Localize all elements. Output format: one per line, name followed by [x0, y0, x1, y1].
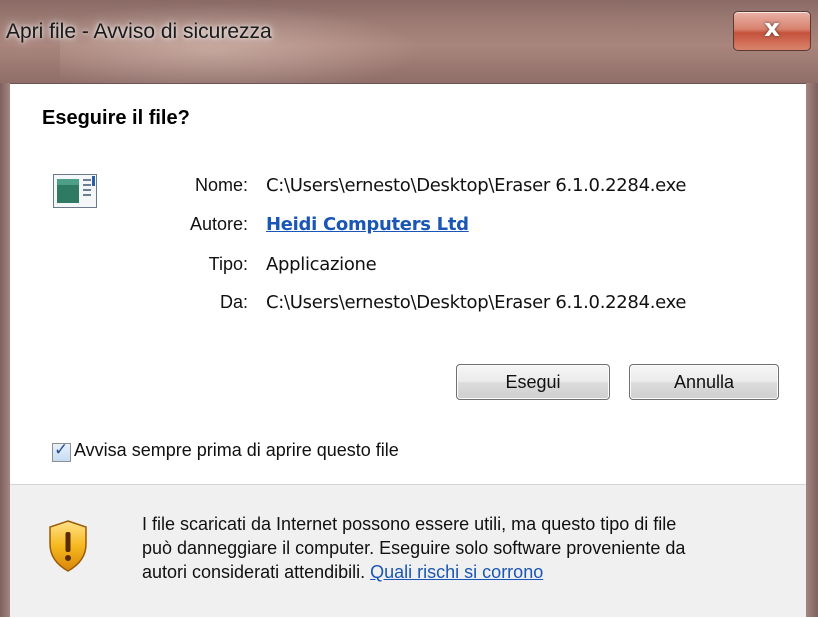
window-frame-left [0, 83, 10, 617]
warning-line-2: può danneggiare il computer. Eseguire so… [142, 538, 686, 558]
author-link[interactable]: Heidi Computers Ltd [266, 214, 469, 235]
warning-message: I file scaricati da Internet possono ess… [142, 512, 792, 584]
from-value: C:\Users\ernesto\Desktop\Eraser 6.1.0.22… [266, 292, 687, 313]
shield-warning-icon [49, 520, 87, 572]
type-label: Tipo: [208, 254, 248, 274]
cancel-button[interactable]: Annulla [629, 364, 779, 400]
type-value: Applicazione [266, 254, 377, 275]
warning-line-1: I file scaricati da Internet possono ess… [142, 514, 677, 534]
name-label: Nome: [194, 175, 248, 195]
always-warn-label[interactable]: Avvisa sempre prima di aprire questo fil… [74, 440, 399, 461]
warning-line-3-text: autori considerati attendibili. [142, 562, 366, 582]
name-value: C:\Users\ernesto\Desktop\Eraser 6.1.0.22… [266, 175, 687, 196]
warning-line-3: autori considerati attendibili. Quali ri… [142, 560, 792, 584]
window-title: Apri file - Avviso di sicurezza [6, 20, 272, 43]
title-bar[interactable]: Apri file - Avviso di sicurezza x [0, 0, 818, 83]
from-label: Da: [219, 292, 248, 312]
author-label: Autore: [189, 214, 248, 234]
close-icon: x [764, 14, 780, 42]
application-file-icon [53, 174, 97, 208]
checkmark-icon: ✓ [54, 440, 69, 460]
risks-link[interactable]: Quali rischi si corrono [370, 562, 543, 582]
always-warn-checkbox[interactable]: ✓ [52, 440, 71, 462]
run-button[interactable]: Esegui [456, 364, 610, 400]
window-frame-right [806, 83, 818, 617]
dialog-heading: Eseguire il file? [42, 107, 190, 129]
close-button[interactable]: x [733, 11, 811, 51]
